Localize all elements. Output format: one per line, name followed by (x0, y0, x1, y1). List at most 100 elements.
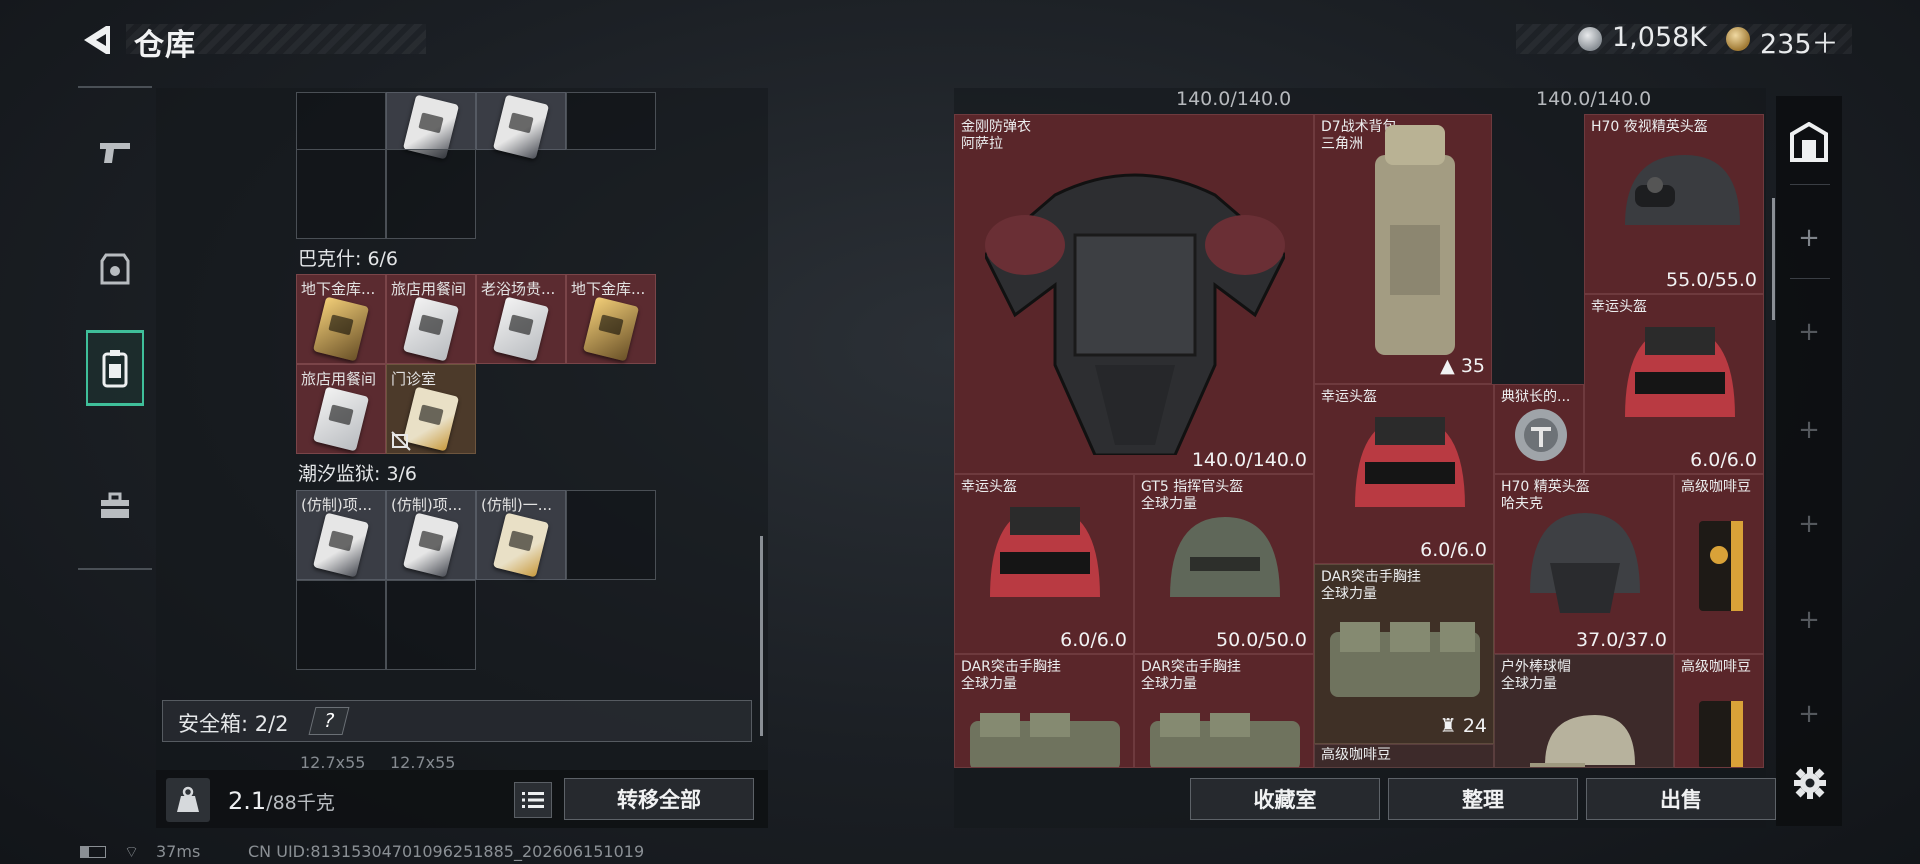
helmet-slot[interactable]: 幸运头盔 6.0/6.0 (954, 474, 1134, 654)
gun-icon (100, 143, 130, 163)
weight-icon (166, 778, 210, 822)
chest-rig-icon (1330, 622, 1480, 697)
item-name: 高级咖啡豆 (1681, 659, 1751, 675)
keycard-slot[interactable]: (仿制)项... (296, 490, 386, 580)
storage-cell[interactable] (296, 149, 386, 239)
no-transfer-icon (391, 431, 411, 451)
helmet-slot[interactable]: 幸运头盔 6.0/6.0 (1584, 294, 1764, 474)
collection-button[interactable]: 收藏室 (1190, 778, 1380, 820)
storage-cell[interactable] (296, 92, 386, 150)
add-tab-icon[interactable]: + (1797, 319, 1821, 345)
keycard-icon (312, 386, 370, 452)
helmet-icon (1530, 513, 1640, 613)
safebox-label: 安全箱: 2/2 (178, 712, 289, 736)
nav-items[interactable] (86, 468, 144, 544)
helmet-icon (1355, 417, 1465, 507)
helmet-slot[interactable]: 幸运头盔 6.0/6.0 (1314, 384, 1494, 564)
helmet-slot[interactable]: H70 夜视精英头盔 55.0/55.0 (1584, 114, 1764, 294)
keycard-slot[interactable]: 地下金库... (566, 274, 656, 364)
keycard-icon (402, 386, 460, 452)
back-arrow-icon[interactable] (76, 20, 116, 60)
durability-text: 6.0/6.0 (1060, 629, 1127, 651)
helmet-slot[interactable]: H70 精英头盔 哈夫克 37.0/37.0 (1494, 474, 1674, 654)
token-slot[interactable]: 典狱长的... (1494, 384, 1584, 474)
storage-scrollbar[interactable] (760, 536, 763, 736)
help-button[interactable]: ? (308, 707, 350, 735)
keycard-slot[interactable]: (仿制)项... (386, 490, 476, 580)
storage-cell[interactable] (386, 580, 476, 670)
weight-unit: /88千克 (266, 792, 335, 814)
keycard-slot[interactable]: 门诊室 (386, 364, 476, 454)
locker-icon[interactable] (1788, 121, 1830, 162)
section-title-prison: 潮汐监狱: 3/6 (298, 463, 418, 485)
item-name: DAR突击手胸挂 全球力量 (961, 659, 1061, 692)
keycard-slot[interactable]: (仿制)一... (476, 490, 566, 580)
coffee-bag-icon (1699, 521, 1743, 611)
count-value: 24 (1462, 715, 1487, 737)
divider (1790, 184, 1830, 185)
storage-cell[interactable] (566, 92, 656, 150)
backpack-slot[interactable]: D7战术背包 三角洲 ▲ 35 (1314, 114, 1492, 384)
keycard-icon (582, 296, 640, 362)
storage-cell[interactable] (476, 92, 566, 160)
vest-icon: ♜ (1439, 715, 1457, 737)
add-tab-icon[interactable]: + (1797, 225, 1821, 251)
equipment-scrollbar[interactable] (1772, 198, 1775, 320)
storage-cell[interactable] (386, 149, 476, 239)
item-name: 高级咖啡豆 (1681, 479, 1751, 495)
chest-rig-slot[interactable]: DAR突击手胸挂 全球力量 (1134, 654, 1314, 768)
loot-slot[interactable]: 高级咖啡豆 (1674, 474, 1764, 654)
item-name: 高级咖啡豆 (1321, 747, 1391, 763)
transfer-all-button[interactable]: 转移全部 (564, 778, 754, 820)
coffee-bag-icon (1699, 701, 1743, 767)
keycard-slot[interactable]: 旅店用餐间 (296, 364, 386, 454)
item-label: 地下金库... (571, 280, 646, 298)
keycard-slot[interactable]: 老浴场贵... (476, 274, 566, 364)
chest-rig-slot[interactable]: DAR突击手胸挂 全球力量 ♜ 24 (1314, 564, 1494, 744)
helmet-slot[interactable]: GT5 指挥官头盔 全球力量 50.0/50.0 (1134, 474, 1314, 654)
item-name: DAR突击手胸挂 全球力量 (1321, 569, 1421, 602)
gear-icon[interactable] (1793, 766, 1827, 800)
durability-text: 55.0/55.0 (1665, 269, 1757, 291)
storage-cell[interactable] (566, 490, 656, 580)
item-name: 典狱长的... (1501, 389, 1571, 405)
weight-value: 2.1 (228, 787, 267, 815)
sort-button[interactable]: 整理 (1388, 778, 1578, 820)
storage-cell[interactable] (386, 92, 476, 160)
hat-slot[interactable]: 户外棒球帽 全球力量 (1494, 654, 1674, 768)
nav-armor[interactable] (86, 232, 144, 308)
add-tab-icon[interactable]: + (1797, 417, 1821, 443)
helmet-icon (1625, 155, 1740, 225)
item-label: (仿制)项... (301, 496, 373, 514)
item-name: 幸运头盔 (1591, 299, 1647, 315)
add-tab-icon[interactable]: + (1797, 607, 1821, 633)
gold-coin-icon (1726, 27, 1750, 51)
loot-slot[interactable]: 高级咖啡豆 (1314, 744, 1494, 768)
add-tab-icon[interactable]: + (1797, 511, 1821, 537)
nav-weapons[interactable] (86, 114, 144, 190)
gold-currency-amount[interactable]: 235＋ (1760, 22, 1839, 61)
item-name: 户外棒球帽 全球力量 (1501, 659, 1571, 692)
list-icon[interactable] (514, 782, 552, 818)
durability-text: 37.0/37.0 (1575, 629, 1667, 651)
item-label: 门诊室 (391, 370, 437, 388)
backpack-icon (102, 350, 128, 388)
durability-text: 6.0/6.0 (1420, 539, 1487, 561)
add-tab-icon[interactable]: + (1797, 701, 1821, 727)
baseball-cap-icon (1530, 715, 1635, 767)
sell-button[interactable]: 出售 (1586, 778, 1776, 820)
helmet-icon (990, 507, 1100, 597)
loot-slot[interactable]: 高级咖啡豆 (1674, 654, 1764, 768)
storage-cell[interactable] (296, 580, 386, 670)
item-count: ♜ 24 (1440, 715, 1487, 737)
chest-rig-slot[interactable]: DAR突击手胸挂 全球力量 (954, 654, 1134, 768)
durability-text: 140.0/140.0 (1536, 88, 1652, 110)
section-title-bakshi: 巴克什: 6/6 (298, 248, 399, 270)
keycard-slot[interactable]: 地下金库... (296, 274, 386, 364)
nav-backpack[interactable] (86, 330, 144, 406)
item-name: 幸运头盔 (1321, 389, 1377, 405)
weight-readout: 2.1/88千克 (228, 787, 335, 815)
uid-text: CN UID:8131530470109625188­5_20260615101… (248, 842, 645, 861)
keycard-slot[interactable]: 旅店用餐间 (386, 274, 476, 364)
body-armor-slot[interactable]: 金刚防弹衣 阿萨拉 140.0/140.0 (954, 114, 1314, 474)
